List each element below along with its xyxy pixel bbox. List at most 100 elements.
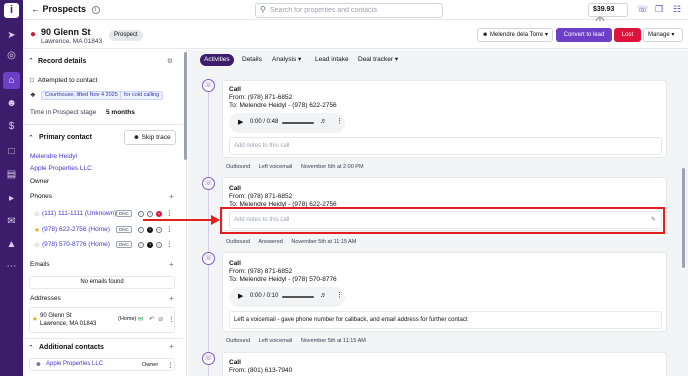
chevron-up-icon[interactable]: ⌃ <box>28 134 34 142</box>
mail-icon[interactable]: ✉ <box>138 315 143 323</box>
info-icon[interactable]: i <box>138 242 144 248</box>
property-address: 90 Glenn St <box>41 27 91 37</box>
app-root: i ➤ ◎ ⌂ ☻ $ □ ▤ ▸ ✉ ▲ ⋯ ← Prospects i ⚲ … <box>0 0 688 376</box>
megaphone-icon[interactable]: ▸ <box>3 190 20 207</box>
manage-dropdown[interactable]: Manage ▾ <box>643 28 683 42</box>
status-row[interactable]: □ Attempted to contact <box>30 77 97 84</box>
assignee-dropdown[interactable]: ☻ Melendre dela Torre ▾ <box>477 28 553 42</box>
audio-progress-track[interactable] <box>282 122 314 124</box>
additional-contact-name[interactable]: Apple Properties LLC <box>46 361 103 367</box>
audio-time: 0:00 / 0:48 <box>250 119 279 125</box>
copy-icon[interactable]: ❐ <box>655 4 663 15</box>
add-contact-icon[interactable]: + <box>169 342 174 351</box>
question-icon[interactable]: ? <box>147 227 153 233</box>
tag-chip[interactable]: for cold calling <box>120 91 164 100</box>
chart-icon[interactable]: ▲ <box>3 236 20 253</box>
play-icon[interactable]: ▶ <box>238 118 243 126</box>
tab-analysis-label: Analysis <box>272 56 297 63</box>
volume-icon[interactable]: ♬ <box>320 292 327 299</box>
activity-card: Call From: (978) 871-6852 To: Melendre H… <box>222 80 667 158</box>
phone-number[interactable]: (978) 570-8776 (Home) <box>42 241 110 248</box>
undo-icon[interactable]: ↶ <box>149 315 154 323</box>
tab-deal-tracker[interactable]: Deal tracker ▾ <box>358 54 398 66</box>
block-icon[interactable]: ⊘ <box>158 315 163 323</box>
status-badge: Prospect <box>109 30 143 41</box>
chevron-up-icon[interactable]: ⌃ <box>28 344 34 352</box>
tag-chip[interactable]: Courthouse, lifted Nov 4 2025 <box>41 91 122 100</box>
search-box[interactable]: ⚲ <box>255 3 443 18</box>
more-vertical-icon[interactable]: ⋮ <box>336 291 343 299</box>
search-input[interactable] <box>270 5 440 16</box>
dollar-icon[interactable]: $ <box>3 118 20 135</box>
tab-details[interactable]: Details <box>242 54 262 66</box>
more-vertical-icon[interactable]: ⋮ <box>167 361 174 369</box>
arrow-left-icon: ← <box>31 4 40 14</box>
call-timestamp: November 6th at 2:00 PM <box>300 164 364 170</box>
address-line2: Lawrence, MA 01843 <box>40 321 97 327</box>
manage-label: Manage <box>648 32 670 38</box>
users-icon[interactable]: ☻ <box>3 95 20 112</box>
audio-progress-track[interactable] <box>282 296 314 298</box>
document-icon[interactable]: ▤ <box>3 166 20 183</box>
block-icon[interactable]: × <box>156 227 162 233</box>
contact-name-link[interactable]: Melendre Heidyl <box>30 153 77 160</box>
star-filled-icon[interactable]: ★ <box>34 226 40 234</box>
volume-icon[interactable]: ♬ <box>320 118 327 125</box>
record-status: Attempted to contact <box>37 77 98 84</box>
star-icon[interactable]: ☆ <box>34 241 40 249</box>
block-icon[interactable]: × <box>156 242 162 248</box>
activity-card: Call From: (978) 871-6852 To: Melendre H… <box>222 252 667 332</box>
left-scrollbar[interactable] <box>184 52 187 160</box>
additional-contact-role: Owner <box>142 362 159 368</box>
tab-analysis[interactable]: Analysis ▾ <box>272 54 301 66</box>
address-card[interactable]: ★ 90 Glenn St Lawrence, MA 01843 (Home) … <box>29 307 175 333</box>
more-vertical-icon[interactable]: ⋮ <box>336 117 343 125</box>
phone-chat-icon[interactable]: ☏ <box>637 4 648 15</box>
more-vertical-icon[interactable]: ⋮ <box>166 240 173 248</box>
add-email-icon[interactable]: + <box>169 260 174 269</box>
additional-contact-row[interactable]: ☻ Apple Properties LLC Owner ⋮ <box>29 358 175 371</box>
globe-icon[interactable]: ◎ <box>3 47 20 64</box>
audio-player[interactable]: ▶ 0:00 / 0:10 ♬ ⋮ <box>229 287 345 307</box>
call-notes-field[interactable]: Add notes to this call <box>229 137 662 155</box>
phone-number[interactable]: (111) 111-1111 (Unknown) <box>42 210 116 217</box>
contact-company-link[interactable]: Apple Properties LLC <box>30 165 92 172</box>
skip-trace-button[interactable]: ☻ Skip trace <box>124 130 176 145</box>
chevron-down-icon: ▾ <box>298 56 302 63</box>
back-to-prospects[interactable]: ← Prospects i <box>31 4 100 14</box>
mail-icon[interactable]: ✉ <box>3 213 20 230</box>
home-icon[interactable]: ⌂ <box>3 72 20 89</box>
call-notes-field[interactable]: Left a voicemail - gave phone number for… <box>229 311 662 329</box>
play-icon[interactable]: ▶ <box>238 292 243 300</box>
property-city: Lawrence, MA 01843 <box>41 38 103 45</box>
balance-badge[interactable]: $39.93 i <box>588 3 628 25</box>
star-icon[interactable]: ☆ <box>34 210 40 218</box>
user-icon: ☻ <box>35 361 42 368</box>
star-filled-icon[interactable]: ★ <box>32 315 38 323</box>
info-icon[interactable]: i <box>138 227 144 233</box>
question-icon[interactable]: ? <box>147 242 153 248</box>
tab-activities[interactable]: Activities <box>200 54 234 66</box>
phone-number[interactable]: (978) 622-2756 (Home) <box>42 226 110 233</box>
audio-player[interactable]: ▶ 0:00 / 0:48 ♬ ⋮ <box>229 113 345 133</box>
activity-title: Call <box>229 185 241 192</box>
info-icon[interactable]: i <box>91 6 100 14</box>
chevron-down-icon: ▾ <box>394 56 399 63</box>
tab-lead-intake[interactable]: Lead intake <box>315 54 349 66</box>
chevron-up-icon[interactable]: ⌃ <box>28 57 34 65</box>
inbox-icon[interactable]: □ <box>3 143 20 160</box>
add-phone-icon[interactable]: + <box>169 192 174 201</box>
audio-time: 0:00 / 0:10 <box>250 293 279 299</box>
more-vertical-icon[interactable]: ⋮ <box>168 315 175 323</box>
lost-button[interactable]: Lost <box>614 28 641 42</box>
book-icon[interactable]: ☷ <box>673 4 681 15</box>
activity-title: Call <box>229 359 241 366</box>
dnc-badge: DNC <box>116 210 132 217</box>
convert-to-lead-button[interactable]: Convert to lead <box>556 28 612 42</box>
more-icon[interactable]: ⋯ <box>3 258 20 275</box>
gear-icon[interactable]: ⚙ <box>167 57 173 65</box>
rocket-icon[interactable]: ➤ <box>3 27 20 44</box>
main-scrollbar[interactable] <box>682 168 685 268</box>
add-address-icon[interactable]: + <box>169 294 174 303</box>
app-logo[interactable]: i <box>4 3 19 18</box>
